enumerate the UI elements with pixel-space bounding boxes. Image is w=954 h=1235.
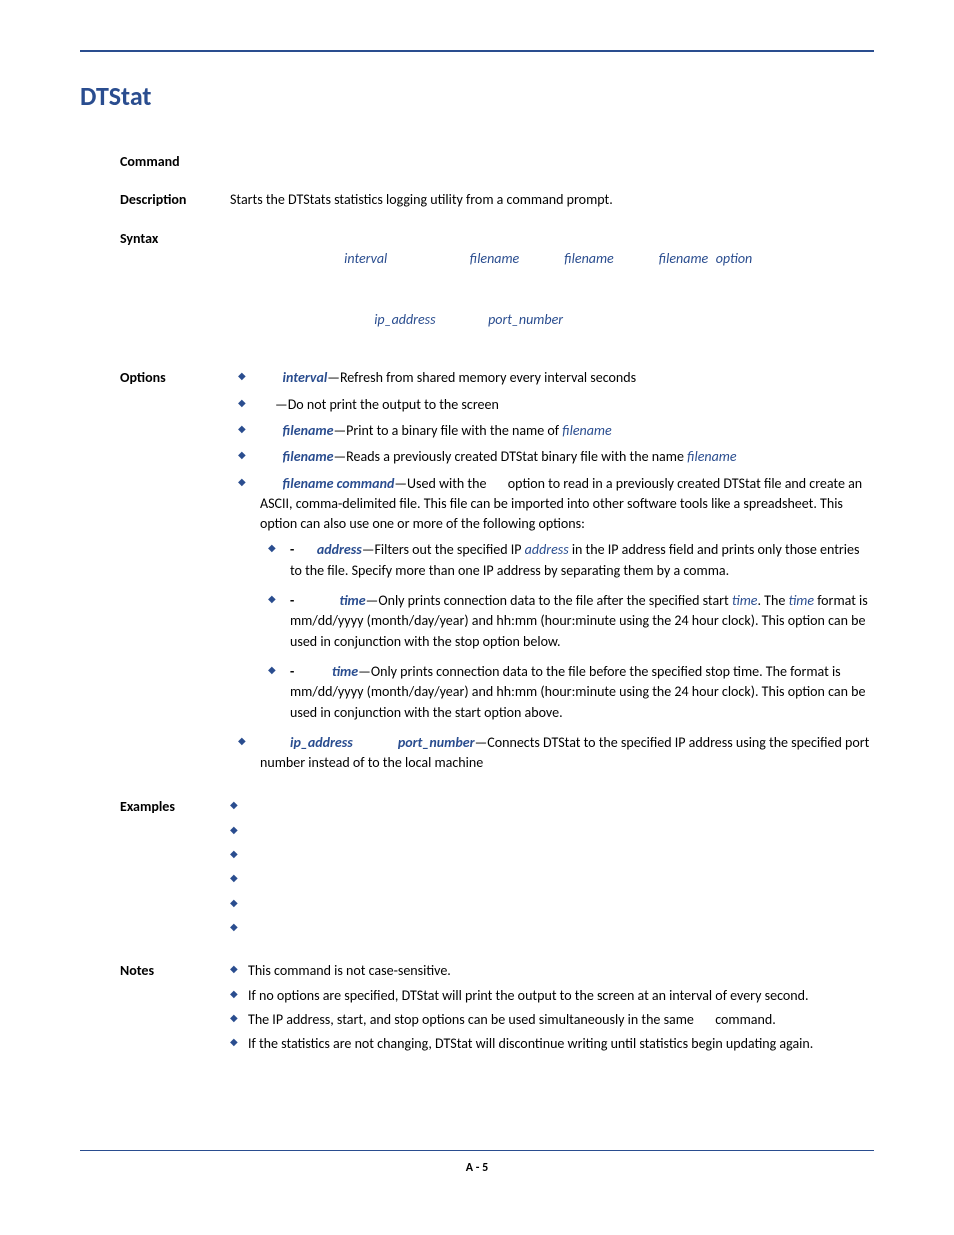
opt-s: -s filename command—Used with the -t opt… (230, 474, 874, 723)
syntax-filename1: filename (470, 250, 519, 267)
label-command: Command (120, 152, 230, 172)
syntax-port: port_number (488, 311, 563, 328)
value-syntax: DTStat [-i interval] [-p] [-f filename] … (230, 229, 874, 351)
example-5: DTStat -t stats.sts -s stats.csv -START … (230, 895, 874, 915)
subopt-ip: -IP address—Filters out the specified IP… (260, 540, 874, 581)
value-command: DTStat (230, 152, 874, 172)
syntax-filename3: filename (659, 250, 708, 267)
example-6: DTStat -server 206.31.4.51 -i30 -f stats… (230, 919, 874, 939)
opt-ipport: -IP ip_address port port_number—Connects… (230, 733, 874, 774)
note-4: If the statistics are not changing, DTSt… (230, 1034, 874, 1054)
row-options: Options -i interval—Refresh from shared … (120, 368, 874, 779)
opt-p: -p—Do not print the output to the screen (230, 395, 874, 415)
row-description: Description Starts the DTStats statistic… (120, 190, 874, 210)
value-examples: DTStat -i30 -f stats.sts DTStat -p -f st… (230, 797, 874, 943)
example-2: DTStat -p -f stats.sts (230, 822, 874, 842)
row-command: Command DTStat (120, 152, 874, 172)
subopt-start: -START time—Only prints connection data … (260, 591, 874, 652)
example-4: DTStat -t stats.sts -s stats.csv -IP 10.… (230, 870, 874, 890)
label-examples: Examples (120, 797, 230, 943)
row-syntax: Syntax DTStat [-i interval] [-p] [-f fil… (120, 229, 874, 351)
opt-f: -f filename—Print to a binary file with … (230, 421, 874, 441)
label-syntax: Syntax (120, 229, 230, 351)
value-notes: This command is not case-sensitive. If n… (230, 961, 874, 1058)
row-notes: Notes This command is not case-sensitive… (120, 961, 874, 1058)
top-rule (80, 50, 874, 52)
content: Command DTStat Description Starts the DT… (80, 152, 874, 1150)
syntax-ip: ip_address (374, 311, 435, 328)
row-examples: Examples DTStat -i30 -f stats.sts DTStat… (120, 797, 874, 943)
page-footer: A - 5 (80, 1150, 874, 1175)
label-notes: Notes (120, 961, 230, 1058)
label-options: Options (120, 368, 230, 779)
syntax-interval: interval (344, 250, 387, 267)
example-3: DTStat -t stats.sts -s stats.csv (230, 846, 874, 866)
example-1: DTStat -i30 -f stats.sts (230, 797, 874, 817)
page-title: DTStat (80, 80, 874, 112)
note-3: The IP address, start, and stop options … (230, 1010, 874, 1030)
label-description: Description (120, 190, 230, 210)
note-1: This command is not case-sensitive. (230, 961, 874, 981)
opt-interval: -i interval—Refresh from shared memory e… (230, 368, 874, 388)
subopt-stop: -STOP time—Only prints connection data t… (260, 662, 874, 723)
opt-t: -t filename—Reads a previously created D… (230, 447, 874, 467)
syntax-filename2: filename (564, 250, 613, 267)
value-options: -i interval—Refresh from shared memory e… (230, 368, 874, 779)
syntax-option: option (716, 250, 753, 267)
note-2: If no options are specified, DTStat will… (230, 986, 874, 1006)
value-description: Starts the DTStats statistics logging ut… (230, 190, 874, 210)
